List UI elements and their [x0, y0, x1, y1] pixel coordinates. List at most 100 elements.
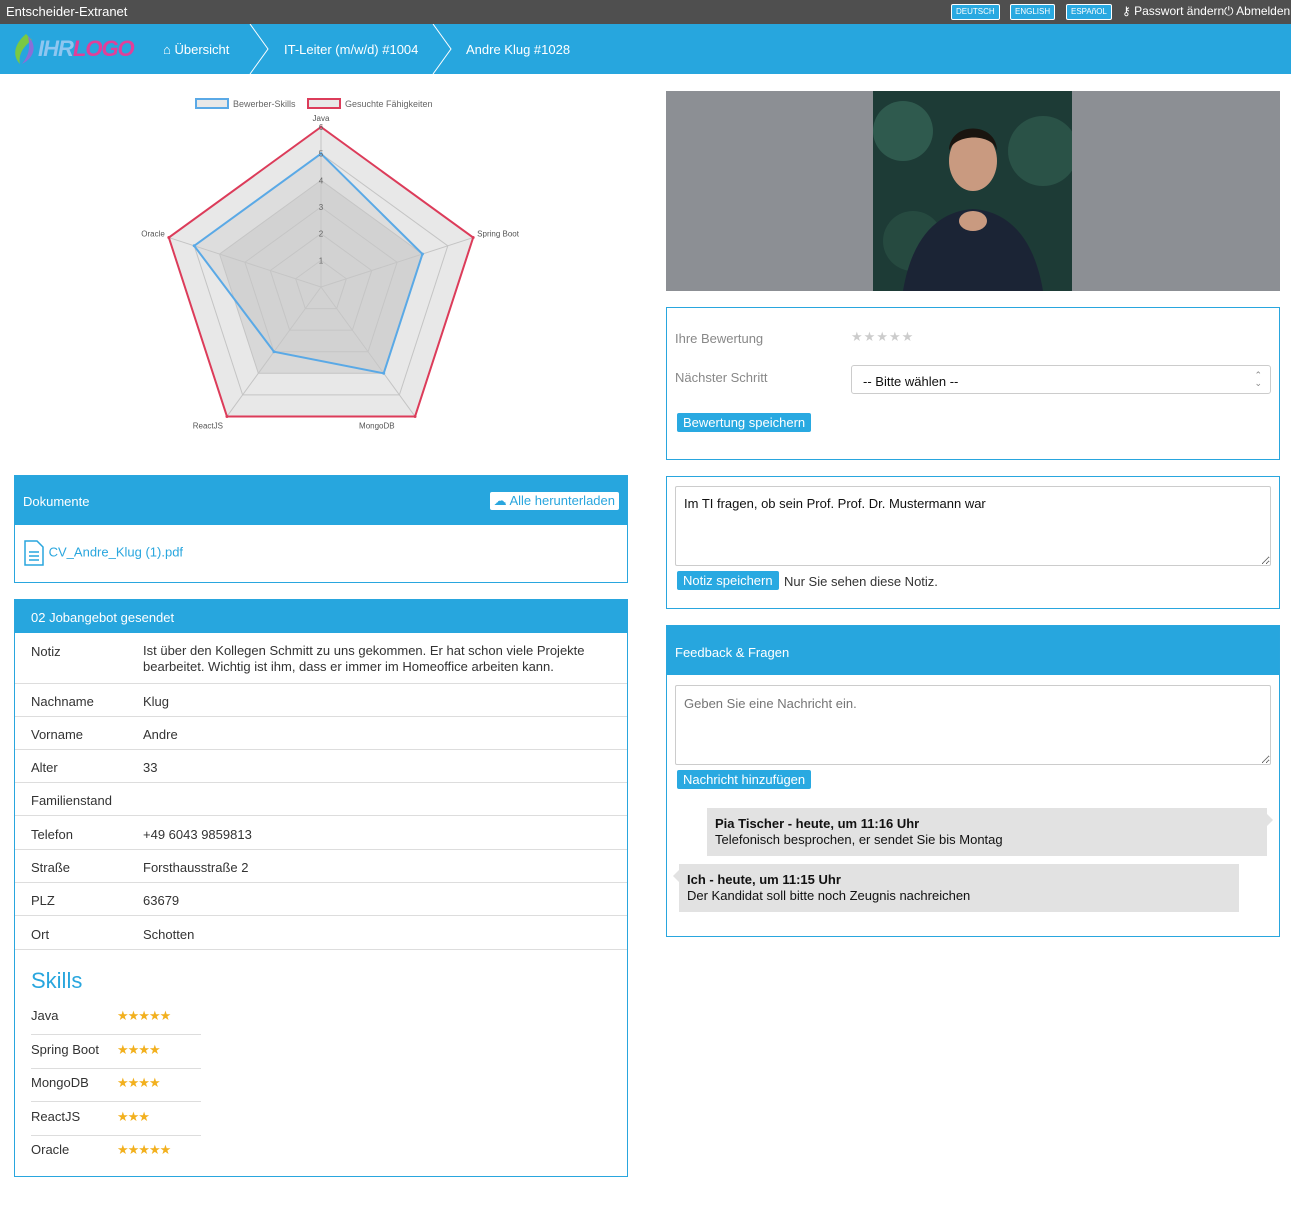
next-step-label: Nächster Schritt — [675, 370, 768, 385]
skill-row: ReactJS ★★★ — [31, 1103, 201, 1136]
detail-value: Andre — [143, 727, 178, 742]
skill-row: Java ★★★★★ — [31, 1002, 201, 1035]
detail-label: Telefon — [31, 827, 73, 842]
star-icon[interactable]: ★ — [851, 329, 864, 344]
radar-point — [420, 252, 424, 256]
save-rating-button[interactable]: Bewertung speichern — [677, 413, 812, 432]
save-note-button[interactable]: Notiz speichern — [677, 571, 779, 590]
detail-label: Straße — [31, 860, 71, 875]
radar-tick-label: 3 — [319, 203, 324, 212]
detail-row: Vorname Andre — [15, 717, 627, 750]
detail-label: PLZ — [31, 893, 55, 908]
star-icon[interactable]: ★ — [889, 329, 902, 344]
radar-point — [471, 236, 475, 240]
breadcrumb-separator-icon — [249, 24, 269, 74]
download-all-button[interactable]: ☁ Alle herunterladen — [489, 492, 619, 510]
radar-point — [382, 371, 386, 375]
rating-panel: Ihre Bewertung ★★★★★ Nächster Schritt --… — [666, 307, 1280, 460]
detail-row: PLZ 63679 — [15, 883, 627, 916]
documents-title: Dokumente — [23, 494, 90, 509]
breadcrumb-home[interactable]: ⌂ Übersicht — [163, 42, 229, 57]
radar-tick-label: 2 — [319, 230, 324, 239]
radar-point — [192, 244, 196, 248]
skills-title: Skills — [31, 968, 83, 993]
breadcrumb-candidate: Andre Klug #1028 — [466, 42, 571, 57]
skill-row: Spring Boot ★★★★ — [31, 1036, 201, 1069]
change-password-link[interactable]: ⚷ Passwort ändern — [1122, 4, 1224, 18]
star-icon[interactable]: ★ — [876, 329, 889, 344]
radar-point — [413, 414, 417, 418]
detail-value: Forsthausstraße 2 — [143, 860, 249, 875]
lang-espanol-button[interactable]: ESPAñOL — [1066, 4, 1112, 20]
radar-point — [225, 414, 229, 418]
bubble-tail — [1267, 814, 1273, 826]
radar-axis-label: MongoDB — [359, 421, 395, 430]
message-header: Pia Tischer - heute, um 11:16 Uhr — [715, 816, 920, 831]
breadcrumb-job[interactable]: IT-Leiter (m/w/d) #1004 — [284, 42, 418, 57]
skill-row: Oracle ★★★★★ — [31, 1136, 201, 1169]
file-text-icon — [24, 540, 44, 566]
radar-axis-label: Java — [313, 114, 330, 123]
candidate-photo-frame — [666, 91, 1280, 291]
next-step-select[interactable]: -- Bitte wählen -- ⌃ ⌄ — [851, 365, 1271, 394]
legend-swatch-required — [307, 98, 341, 109]
skill-name: Java — [31, 1008, 59, 1023]
radar-point — [272, 350, 276, 354]
star-icon[interactable]: ★ — [864, 329, 877, 344]
top-bar: Entscheider-Extranet DEUTSCH ENGLISH ESP… — [0, 0, 1291, 24]
detail-row: Telefon +49 6043 9859813 — [15, 817, 627, 850]
detail-label: Nachname — [31, 694, 94, 709]
breadcrumb-nav: IHRLOGO ⌂ Übersicht IT-Leiter (m/w/d) #1… — [0, 24, 1291, 74]
detail-value: Klug — [143, 694, 170, 709]
note-textarea[interactable]: Im TI fragen, ob sein Prof. Prof. Dr. Mu… — [675, 486, 1271, 566]
legend-swatch-applicant — [195, 98, 229, 109]
candidate-details-panel: 02 Jobangebot gesendet Notiz Ist über den… — [14, 599, 628, 1177]
skill-name: Oracle — [31, 1142, 70, 1157]
legend-label-required: Gesuchte Fähigkeiten — [345, 99, 433, 109]
detail-label: Alter — [31, 760, 58, 775]
detail-value: 33 — [143, 760, 158, 775]
legend-label-applicant: Bewerber-Skills — [233, 99, 296, 109]
cloud-download-icon: ☁ — [493, 493, 510, 508]
note-panel: Im TI fragen, ob sein Prof. Prof. Dr. Mu… — [666, 476, 1280, 609]
detail-label: Vorname — [31, 727, 84, 742]
detail-row: Alter 33 — [15, 750, 627, 783]
message-text: Der Kandidat soll bitte noch Zeugnis nac… — [687, 888, 971, 903]
message-item: Pia Tischer - heute, um 11:16 Uhr Telefo… — [707, 808, 1273, 856]
radar-tick-label: 6 — [319, 123, 324, 132]
detail-value: 63679 — [143, 893, 180, 908]
detail-row: Straße Forsthausstraße 2 — [15, 850, 627, 883]
message-header: Ich - heute, um 11:15 Uhr — [687, 872, 841, 887]
status-title: 02 Jobangebot gesendet — [31, 610, 175, 625]
radar-axis-label: Spring Boot — [477, 230, 520, 239]
breadcrumb-separator-icon — [432, 24, 452, 74]
lang-deutsch-button[interactable]: DEUTSCH — [951, 4, 1000, 20]
select-arrows-icon: ⌃ ⌄ — [1254, 370, 1262, 388]
skill-row: MongoDB ★★★★ — [31, 1069, 201, 1102]
skill-stars-icon: ★★★★ — [117, 1041, 161, 1057]
rating-stars[interactable]: ★★★★★ — [851, 329, 914, 345]
radar-tick-label: 5 — [319, 150, 324, 159]
logout-link[interactable]: ⏻ Abmelden — [1224, 4, 1290, 19]
document-link[interactable]: CV_Andre_Klug (1).pdf — [23, 540, 183, 566]
logo[interactable]: IHRLOGO — [10, 32, 140, 66]
feedback-title: Feedback & Fragen — [675, 645, 790, 660]
key-icon: ⚷ — [1122, 4, 1135, 18]
message-item: Ich - heute, um 11:15 Uhr Der Kandidat s… — [673, 864, 1239, 912]
skill-name: MongoDB — [31, 1075, 89, 1090]
add-message-button[interactable]: Nachricht hinzufügen — [677, 770, 812, 789]
note-hint: Nur Sie sehen diese Notiz. — [784, 574, 938, 589]
skill-name: ReactJS — [31, 1108, 81, 1124]
star-icon[interactable]: ★ — [902, 329, 915, 344]
bubble-tail — [673, 870, 679, 882]
lang-english-button[interactable]: ENGLISH — [1010, 4, 1056, 20]
message-textarea[interactable] — [675, 685, 1271, 765]
detail-row: Ort Schotten — [15, 917, 627, 950]
power-icon: ⏻ — [1224, 4, 1237, 18]
detail-value: Schotten — [143, 927, 195, 942]
detail-row: Familienstand — [15, 783, 627, 816]
detail-row: Nachname Klug — [15, 684, 627, 717]
candidate-photo — [873, 91, 1072, 291]
skill-stars-icon: ★★★★★ — [117, 1008, 171, 1023]
detail-label: Familienstand — [31, 793, 112, 808]
